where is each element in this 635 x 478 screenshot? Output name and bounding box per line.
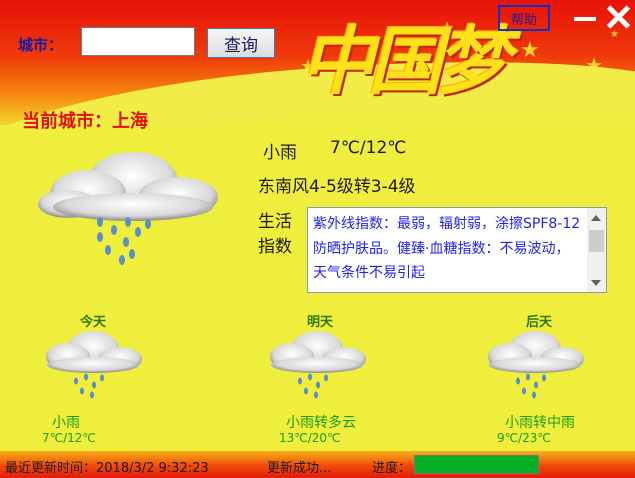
forecast-temp-today: 7℃/12℃ bbox=[42, 431, 96, 445]
current-condition: 小雨 bbox=[263, 143, 297, 163]
scroll-down-icon[interactable] bbox=[591, 280, 601, 286]
cloud-rain-icon bbox=[46, 331, 142, 399]
progress-bar bbox=[414, 455, 539, 474]
scroll-up-icon[interactable] bbox=[591, 215, 601, 221]
city-label: 城市： bbox=[18, 36, 64, 54]
close-icon[interactable] bbox=[605, 4, 631, 30]
minimize-icon[interactable] bbox=[572, 4, 598, 30]
cloud-rain-icon bbox=[270, 331, 366, 399]
update-result-text: 更新成功... bbox=[267, 461, 332, 476]
forecast-condition-today: 小雨 bbox=[52, 415, 80, 431]
progress-fill bbox=[415, 456, 538, 473]
forecast-temp-after: 9℃/23℃ bbox=[497, 431, 551, 445]
current-temperature: 7℃/12℃ bbox=[330, 138, 407, 158]
life-index-box[interactable]: 紫外线指数：最弱，辐射弱，涂擦SPF8-12防晒护肤品。健臻·血糖指数：不易波动… bbox=[307, 207, 607, 293]
current-wind: 东南风4-5级转3-4级 bbox=[258, 177, 416, 197]
star-decoration: ★ bbox=[610, 29, 619, 40]
life-index-scrollbar[interactable] bbox=[587, 208, 606, 292]
life-index-text: 紫外线指数：最弱，辐射弱，涂擦SPF8-12防晒护肤品。健臻·血糖指数：不易波动… bbox=[313, 216, 581, 281]
last-update-text: 最近更新时间：2018/3/2 9:32:23 bbox=[5, 461, 209, 476]
progress-label: 进度： bbox=[372, 461, 412, 476]
city-input[interactable] bbox=[81, 27, 195, 56]
current-city: 当前城市：上海 bbox=[22, 111, 148, 132]
forecast-condition-after: 小雨转中雨 bbox=[505, 415, 575, 431]
help-button[interactable]: 帮助 bbox=[498, 5, 550, 31]
cloud-rain-icon bbox=[38, 152, 218, 265]
scroll-thumb[interactable] bbox=[589, 230, 604, 252]
cloud-rain-icon bbox=[488, 331, 584, 399]
forecast-temp-tomorrow: 13℃/20℃ bbox=[279, 431, 341, 445]
forecast-condition-tomorrow: 小雨转多云 bbox=[286, 415, 356, 431]
search-button[interactable]: 查询 bbox=[207, 28, 275, 58]
life-index-label: 生活指数 bbox=[258, 212, 292, 257]
